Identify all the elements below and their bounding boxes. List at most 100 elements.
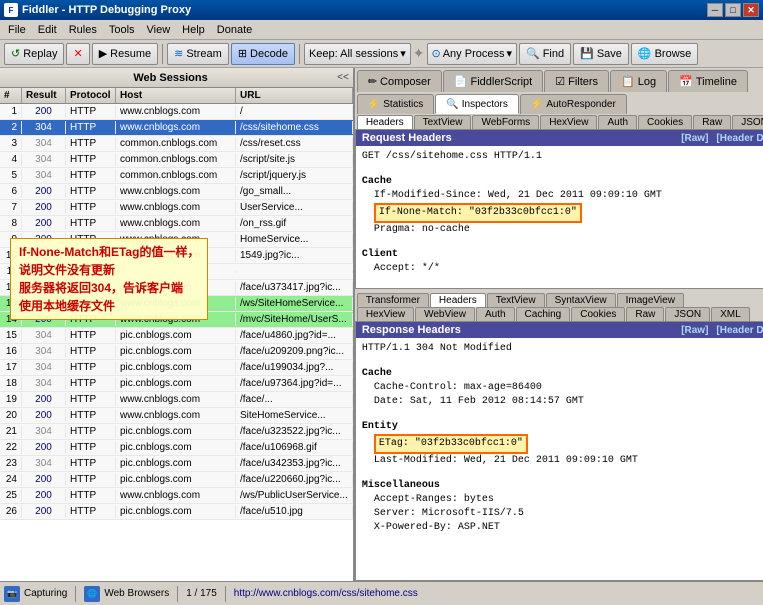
- req-tab-cookies[interactable]: Cookies: [638, 115, 692, 129]
- col-header-url[interactable]: URL: [236, 88, 353, 103]
- col-header-protocol[interactable]: Protocol: [66, 88, 116, 103]
- col-header-host[interactable]: Host: [116, 88, 236, 103]
- table-row[interactable]: 22 200 HTTP pic.cnblogs.com /face/u10696…: [0, 440, 353, 456]
- keep-dropdown[interactable]: Keep: All sessions ▾: [304, 43, 411, 65]
- request-raw-link[interactable]: [Raw]: [681, 133, 708, 144]
- menu-edit[interactable]: Edit: [32, 22, 63, 38]
- req-tab-textview[interactable]: TextView: [414, 115, 472, 129]
- browse-button[interactable]: 🌐 Browse: [631, 43, 698, 65]
- resp-tab-headers[interactable]: Headers: [430, 293, 486, 307]
- cell-protocol: HTTP: [66, 121, 116, 134]
- response-header-links: [Raw] [Header Definitions]: [681, 325, 763, 336]
- decode-button[interactable]: ⊞ Decode: [231, 43, 295, 65]
- keep-dropdown-icon: ▾: [400, 47, 406, 60]
- cell-result: 304: [22, 457, 66, 470]
- table-row[interactable]: 8 200 HTTP www.cnblogs.com /on_rss.gif: [0, 216, 353, 232]
- resp-tab-hexview[interactable]: HexView: [357, 307, 414, 321]
- req-tab-headers[interactable]: Headers: [357, 115, 413, 129]
- find-button[interactable]: 🔍 Find: [519, 43, 571, 65]
- tab-autoresponder[interactable]: ⚡ AutoResponder: [520, 94, 627, 114]
- table-row[interactable]: 20 200 HTTP www.cnblogs.com SiteHomeServ…: [0, 408, 353, 424]
- cell-result: 304: [22, 121, 66, 134]
- sessions-table[interactable]: # Result Protocol Host URL 1 200 HTTP ww…: [0, 88, 353, 581]
- table-row[interactable]: 3 304 HTTP common.cnblogs.com /css/reset…: [0, 136, 353, 152]
- req-tab-json[interactable]: JSON: [732, 115, 763, 129]
- process-dropdown[interactable]: ⊙ Any Process ▾: [427, 43, 518, 65]
- autoresponder-label: AutoResponder: [546, 99, 616, 110]
- maximize-button[interactable]: □: [725, 3, 741, 17]
- resp-tab-auth[interactable]: Auth: [476, 307, 515, 321]
- tab-filters[interactable]: ☑ Filters: [544, 70, 609, 92]
- tab-timeline[interactable]: 📅 Timeline: [668, 70, 748, 92]
- menu-file[interactable]: File: [2, 22, 32, 38]
- resume-button[interactable]: ▶ Resume: [92, 43, 158, 65]
- cell-url: /css/reset.css: [236, 137, 353, 150]
- title-bar-controls[interactable]: ─ □ ✕: [707, 3, 759, 17]
- req-tab-webforms[interactable]: WebForms: [472, 115, 539, 129]
- req-tab-raw[interactable]: Raw: [693, 115, 731, 129]
- cell-num: 4: [0, 153, 22, 166]
- table-row[interactable]: 24 200 HTTP pic.cnblogs.com /face/u22066…: [0, 472, 353, 488]
- table-row[interactable]: 17 304 HTTP pic.cnblogs.com /face/u19903…: [0, 360, 353, 376]
- tab-composer[interactable]: ✏ Composer: [357, 70, 442, 92]
- table-row[interactable]: 26 200 HTTP pic.cnblogs.com /face/u510.j…: [0, 504, 353, 520]
- req-tab-auth[interactable]: Auth: [598, 115, 637, 129]
- resp-tab-xml[interactable]: XML: [711, 307, 750, 321]
- menu-donate[interactable]: Donate: [211, 22, 258, 38]
- resp-tab-imageview[interactable]: ImageView: [617, 293, 684, 307]
- table-row[interactable]: 16 304 HTTP pic.cnblogs.com /face/u20920…: [0, 344, 353, 360]
- table-row[interactable]: 7 200 HTTP www.cnblogs.com UserService..…: [0, 200, 353, 216]
- response-header-def-link[interactable]: [Header Definitions]: [716, 325, 763, 336]
- response-raw-link[interactable]: [Raw]: [681, 325, 708, 336]
- cell-protocol: HTTP: [66, 201, 116, 214]
- menu-help[interactable]: Help: [176, 22, 211, 38]
- req-tab-hexview[interactable]: HexView: [540, 115, 597, 129]
- resp-tab-json[interactable]: JSON: [665, 307, 710, 321]
- cell-host: www.cnblogs.com: [116, 201, 236, 214]
- cell-url: /face/u373417.jpg?ic...: [236, 281, 353, 294]
- status-sep-2: [177, 586, 178, 602]
- resp-tab-webview[interactable]: WebView: [415, 307, 475, 321]
- minimize-button[interactable]: ─: [707, 3, 723, 17]
- replay-button[interactable]: ↺ Replay: [4, 43, 64, 65]
- resp-tab-textview[interactable]: TextView: [487, 293, 545, 307]
- table-row[interactable]: 6 200 HTTP www.cnblogs.com /go_small...: [0, 184, 353, 200]
- col-header-result[interactable]: Result: [22, 88, 66, 103]
- cell-url: /face/u342353.jpg?ic...: [236, 457, 353, 470]
- tab-statistics[interactable]: ⚡ Statistics: [357, 94, 434, 114]
- table-row[interactable]: 5 304 HTTP common.cnblogs.com /script/jq…: [0, 168, 353, 184]
- cell-url: /go_small...: [236, 185, 353, 198]
- cell-host: www.cnblogs.com: [116, 121, 236, 134]
- resp-tab-syntaxview[interactable]: SyntaxView: [546, 293, 616, 307]
- table-row[interactable]: 25 200 HTTP www.cnblogs.com /ws/PublicUs…: [0, 488, 353, 504]
- inspectors-icon: 🔍: [446, 99, 458, 110]
- stream-button[interactable]: ≋ Stream: [167, 43, 229, 65]
- resp-tab-raw[interactable]: Raw: [626, 307, 664, 321]
- resp-tab-cookies[interactable]: Cookies: [571, 307, 625, 321]
- table-row[interactable]: 4 304 HTTP common.cnblogs.com /script/si…: [0, 152, 353, 168]
- table-row[interactable]: 23 304 HTTP pic.cnblogs.com /face/u34235…: [0, 456, 353, 472]
- table-row[interactable]: 2 304 HTTP www.cnblogs.com /css/sitehome…: [0, 120, 353, 136]
- response-headers-header: Response Headers [Raw] [Header Definitio…: [356, 322, 763, 338]
- save-button[interactable]: 💾 Save: [573, 43, 629, 65]
- autoresponder-icon: ⚡: [531, 99, 543, 110]
- table-row[interactable]: 19 200 HTTP www.cnblogs.com /face/...: [0, 392, 353, 408]
- resume-label: Resume: [110, 48, 151, 60]
- resp-tab-transformer[interactable]: Transformer: [357, 293, 429, 307]
- x-button[interactable]: ✕: [66, 43, 89, 65]
- request-header-def-link[interactable]: [Header Definitions]: [716, 133, 763, 144]
- tab-log[interactable]: 📋 Log: [610, 70, 667, 92]
- tab-inspectors[interactable]: 🔍 Inspectors: [435, 94, 519, 114]
- table-row[interactable]: 21 304 HTTP pic.cnblogs.com /face/u32352…: [0, 424, 353, 440]
- menu-tools[interactable]: Tools: [103, 22, 141, 38]
- tab-fiddlerscript[interactable]: 📄 FiddlerScript: [443, 70, 543, 92]
- resp-tab-caching[interactable]: Caching: [516, 307, 571, 321]
- menu-view[interactable]: View: [141, 22, 177, 38]
- menu-rules[interactable]: Rules: [63, 22, 103, 38]
- table-row[interactable]: 1 200 HTTP www.cnblogs.com /: [0, 104, 353, 120]
- table-row[interactable]: 18 304 HTTP pic.cnblogs.com /face/u97364…: [0, 376, 353, 392]
- browser-label: Web Browsers: [104, 588, 169, 599]
- close-button[interactable]: ✕: [743, 3, 759, 17]
- collapse-button[interactable]: <<: [337, 72, 349, 83]
- table-row[interactable]: 15 304 HTTP pic.cnblogs.com /face/u4860.…: [0, 328, 353, 344]
